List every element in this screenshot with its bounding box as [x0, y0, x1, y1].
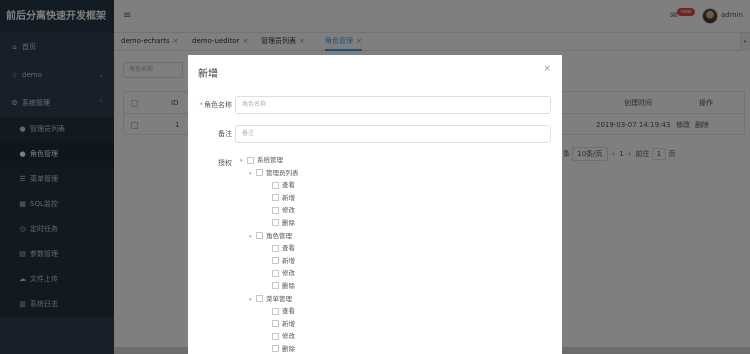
tree-checkbox[interactable] — [272, 244, 279, 252]
tree-checkbox[interactable] — [272, 320, 279, 328]
tree-checkbox[interactable] — [256, 295, 263, 303]
tree-node[interactable]: 新增 — [240, 255, 540, 268]
role-name-input[interactable]: 角色名称 — [235, 96, 551, 114]
tree-node[interactable]: 新增 — [240, 192, 540, 205]
auth-label: 授权 — [218, 159, 232, 167]
permission-tree: ▾ 系统管理 ▾ 管理员列表 查看 新增 修改 删除 ▾ 角色管理 查看 新增 修改 删除 ▾ 菜单管理 查看新… — [240, 154, 540, 354]
tree-node[interactable]: ▾ 系统管理 — [240, 154, 540, 167]
tree-node[interactable]: 修改 — [240, 267, 540, 280]
tree-checkbox[interactable] — [272, 282, 279, 290]
tree-checkbox[interactable] — [272, 332, 279, 340]
tree-node-label: 修改 — [282, 269, 295, 278]
tree-node[interactable]: 查看 — [240, 179, 540, 192]
tree-node-label: 删除 — [282, 218, 295, 227]
tree-node[interactable]: 新增 — [240, 318, 540, 331]
add-role-dialog: 新增 × *角色名称 角色名称 备注 备注 授权 ▾ 系统管理 ▾ 管理员列表 查看 新增… — [188, 55, 562, 354]
tree-checkbox[interactable] — [272, 257, 279, 265]
tree-node[interactable]: 查看 — [240, 242, 540, 255]
tree-checkbox[interactable] — [272, 345, 279, 353]
tree-checkbox[interactable] — [272, 181, 279, 189]
tree-checkbox[interactable] — [256, 232, 263, 240]
tree-node-label: 新增 — [282, 193, 295, 202]
tree-node-label: 角色管理 — [266, 231, 292, 240]
tree-node[interactable]: ▾ 管理员列表 — [240, 167, 540, 180]
tree-node[interactable]: 修改 — [240, 330, 540, 343]
tree-node-label: 查看 — [282, 181, 295, 190]
tree-node[interactable]: 删除 — [240, 217, 540, 230]
tree-node-label: 修改 — [282, 332, 295, 341]
tree-node-label: 系统管理 — [257, 156, 283, 164]
tree-node-label: 新增 — [282, 319, 295, 328]
tree-node-label: 菜单管理 — [266, 294, 292, 303]
tree-node[interactable]: ▾ 菜单管理 — [240, 293, 540, 306]
tree-checkbox[interactable] — [272, 194, 279, 202]
tree-node-label: 管理员列表 — [266, 168, 299, 177]
tree-checkbox[interactable] — [272, 219, 279, 227]
remark-input[interactable]: 备注 — [235, 125, 551, 143]
role-name-label: *角色名称 — [190, 100, 233, 110]
tree-checkbox[interactable] — [247, 156, 254, 164]
dialog-title: 新增 — [198, 69, 218, 80]
tree-node-label: 删除 — [282, 344, 295, 353]
tree-node[interactable]: 删除 — [240, 280, 540, 293]
required-mark: * — [199, 101, 204, 109]
tree-checkbox[interactable] — [272, 307, 279, 315]
tree-node[interactable]: 删除 — [240, 343, 540, 354]
close-icon[interactable]: × — [543, 64, 551, 74]
tree-checkbox[interactable] — [272, 269, 279, 277]
role-name-label-text: 角色名称 — [204, 101, 232, 109]
tree-node[interactable]: ▾ 角色管理 — [240, 230, 540, 243]
tree-node[interactable]: 查看 — [240, 305, 540, 318]
tree-node-label: 修改 — [282, 206, 295, 215]
tree-node-label: 新增 — [282, 256, 295, 265]
tree-node-label: 删除 — [282, 281, 295, 290]
tree-checkbox[interactable] — [272, 206, 279, 214]
remark-label: 备注 — [218, 130, 232, 138]
tree-node[interactable]: 修改 — [240, 204, 540, 217]
tree-checkbox[interactable] — [256, 169, 263, 177]
tree-node-label: 查看 — [282, 244, 295, 253]
tree-node-label: 查看 — [282, 307, 295, 316]
